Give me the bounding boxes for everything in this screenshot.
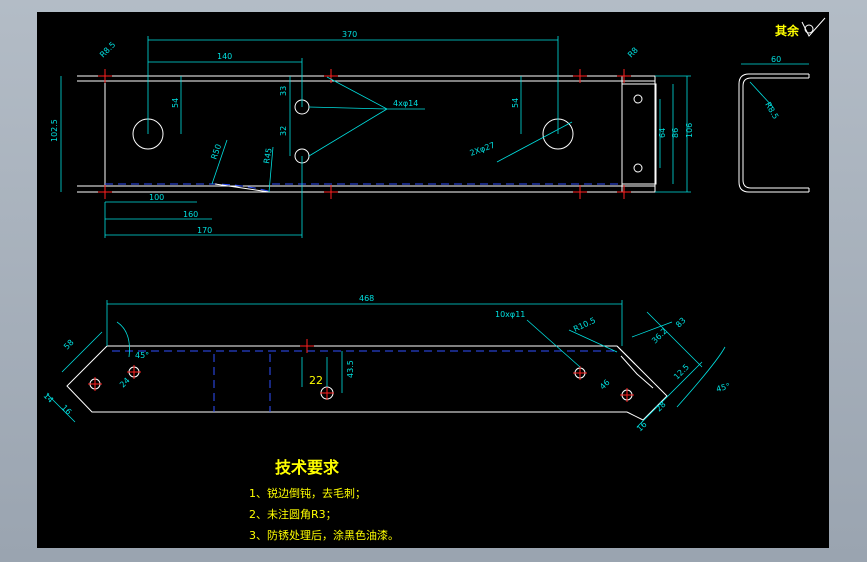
dim-54-right: 54 [511, 98, 520, 108]
dim-24: 24 [118, 376, 132, 390]
dim-r8-5-tl: R8.5 [98, 40, 117, 59]
right-slot [620, 355, 654, 389]
dim-r8-5-sec: R8.5 [763, 101, 780, 121]
dim-60: 60 [771, 55, 781, 64]
dim-468: 468 [359, 294, 374, 303]
dim-12-5: 12.5 [672, 362, 691, 381]
note-item-1: 1、锐边倒钝，去毛刺； [249, 486, 366, 500]
dim-370: 370 [342, 30, 357, 39]
dim-58: 58 [62, 338, 76, 352]
dim-14-a: 14 [42, 391, 56, 405]
front-view: 468 10xφ11 R10.5 36.2 83 58 45° 45° 22 4… [42, 294, 732, 433]
dim-4x14: 4xφ14 [393, 99, 418, 108]
roughness-circle-icon [804, 24, 814, 34]
tab-hole-2 [633, 163, 643, 173]
dim-r10-5: R10.5 [572, 316, 597, 334]
leader-2x27 [496, 121, 573, 163]
dim-32: 32 [279, 126, 288, 136]
note-item-3: 3、防锈处理后，涂黑色油漆。 [249, 528, 399, 542]
dim-2x27: 2Xφ27 [469, 141, 497, 158]
center-marks-top [98, 69, 631, 199]
center-marks-front [88, 339, 634, 402]
channel-inner [742, 77, 809, 189]
dim-10x11: 10xφ11 [495, 310, 525, 319]
technical-notes: 技术要求 1、锐边倒钝，去毛刺； 2、未注圆角R3； 3、防锈处理后，涂黑色油漆… [249, 458, 399, 542]
dim-140: 140 [217, 52, 232, 61]
dim-160: 160 [183, 210, 198, 219]
cad-drawing-canvas: 370 140 R8.5 R8 54 54 33 32 4xφ14 2Xφ27 … [37, 12, 829, 548]
dim-33: 33 [279, 86, 288, 96]
dim-46: 46 [598, 378, 612, 392]
channel-outer [738, 73, 809, 193]
top-view: 370 140 R8.5 R8 54 54 33 32 4xφ14 2Xφ27 … [50, 30, 694, 238]
dim-45-left: 45° [135, 351, 149, 360]
notes-title: 技术要求 [275, 458, 340, 477]
dim-170: 170 [197, 226, 212, 235]
leader-4x14-c [308, 108, 388, 157]
left-end-outline [66, 345, 167, 413]
dim-64: 64 [658, 128, 667, 138]
dim-r8-tr: R8 [626, 46, 640, 60]
dim-22: 22 [309, 374, 323, 387]
dim-83: 83 [674, 316, 688, 330]
angle-arc-right [676, 346, 726, 408]
dim-45-right: 45° [715, 382, 731, 394]
end-tab-outline [621, 83, 657, 185]
section-view: 60 R8.5 其余 [738, 17, 826, 193]
note-item-2: 2、未注圆角R3； [249, 507, 337, 521]
leader-4x14-b [326, 76, 388, 110]
angle-arc-left [116, 321, 130, 358]
dim-line-right-small [636, 361, 703, 428]
drawing-svg: 370 140 R8.5 R8 54 54 33 32 4xφ14 2Xφ27 … [42, 17, 826, 542]
dim-102-5: 102.5 [50, 119, 59, 142]
bend-transition [214, 183, 270, 193]
tab-hole-1 [633, 94, 643, 104]
surface-rest-label: 其余 [775, 23, 800, 38]
dim-43-5: 43.5 [346, 360, 355, 378]
dim-86: 86 [671, 128, 680, 138]
dim-100: 100 [149, 193, 164, 202]
dim-54-left: 54 [171, 98, 180, 108]
dim-28: 28 [654, 400, 668, 414]
dim-106: 106 [685, 123, 694, 138]
dim-16-a: 16 [60, 403, 74, 417]
hidden-curve [105, 183, 273, 193]
